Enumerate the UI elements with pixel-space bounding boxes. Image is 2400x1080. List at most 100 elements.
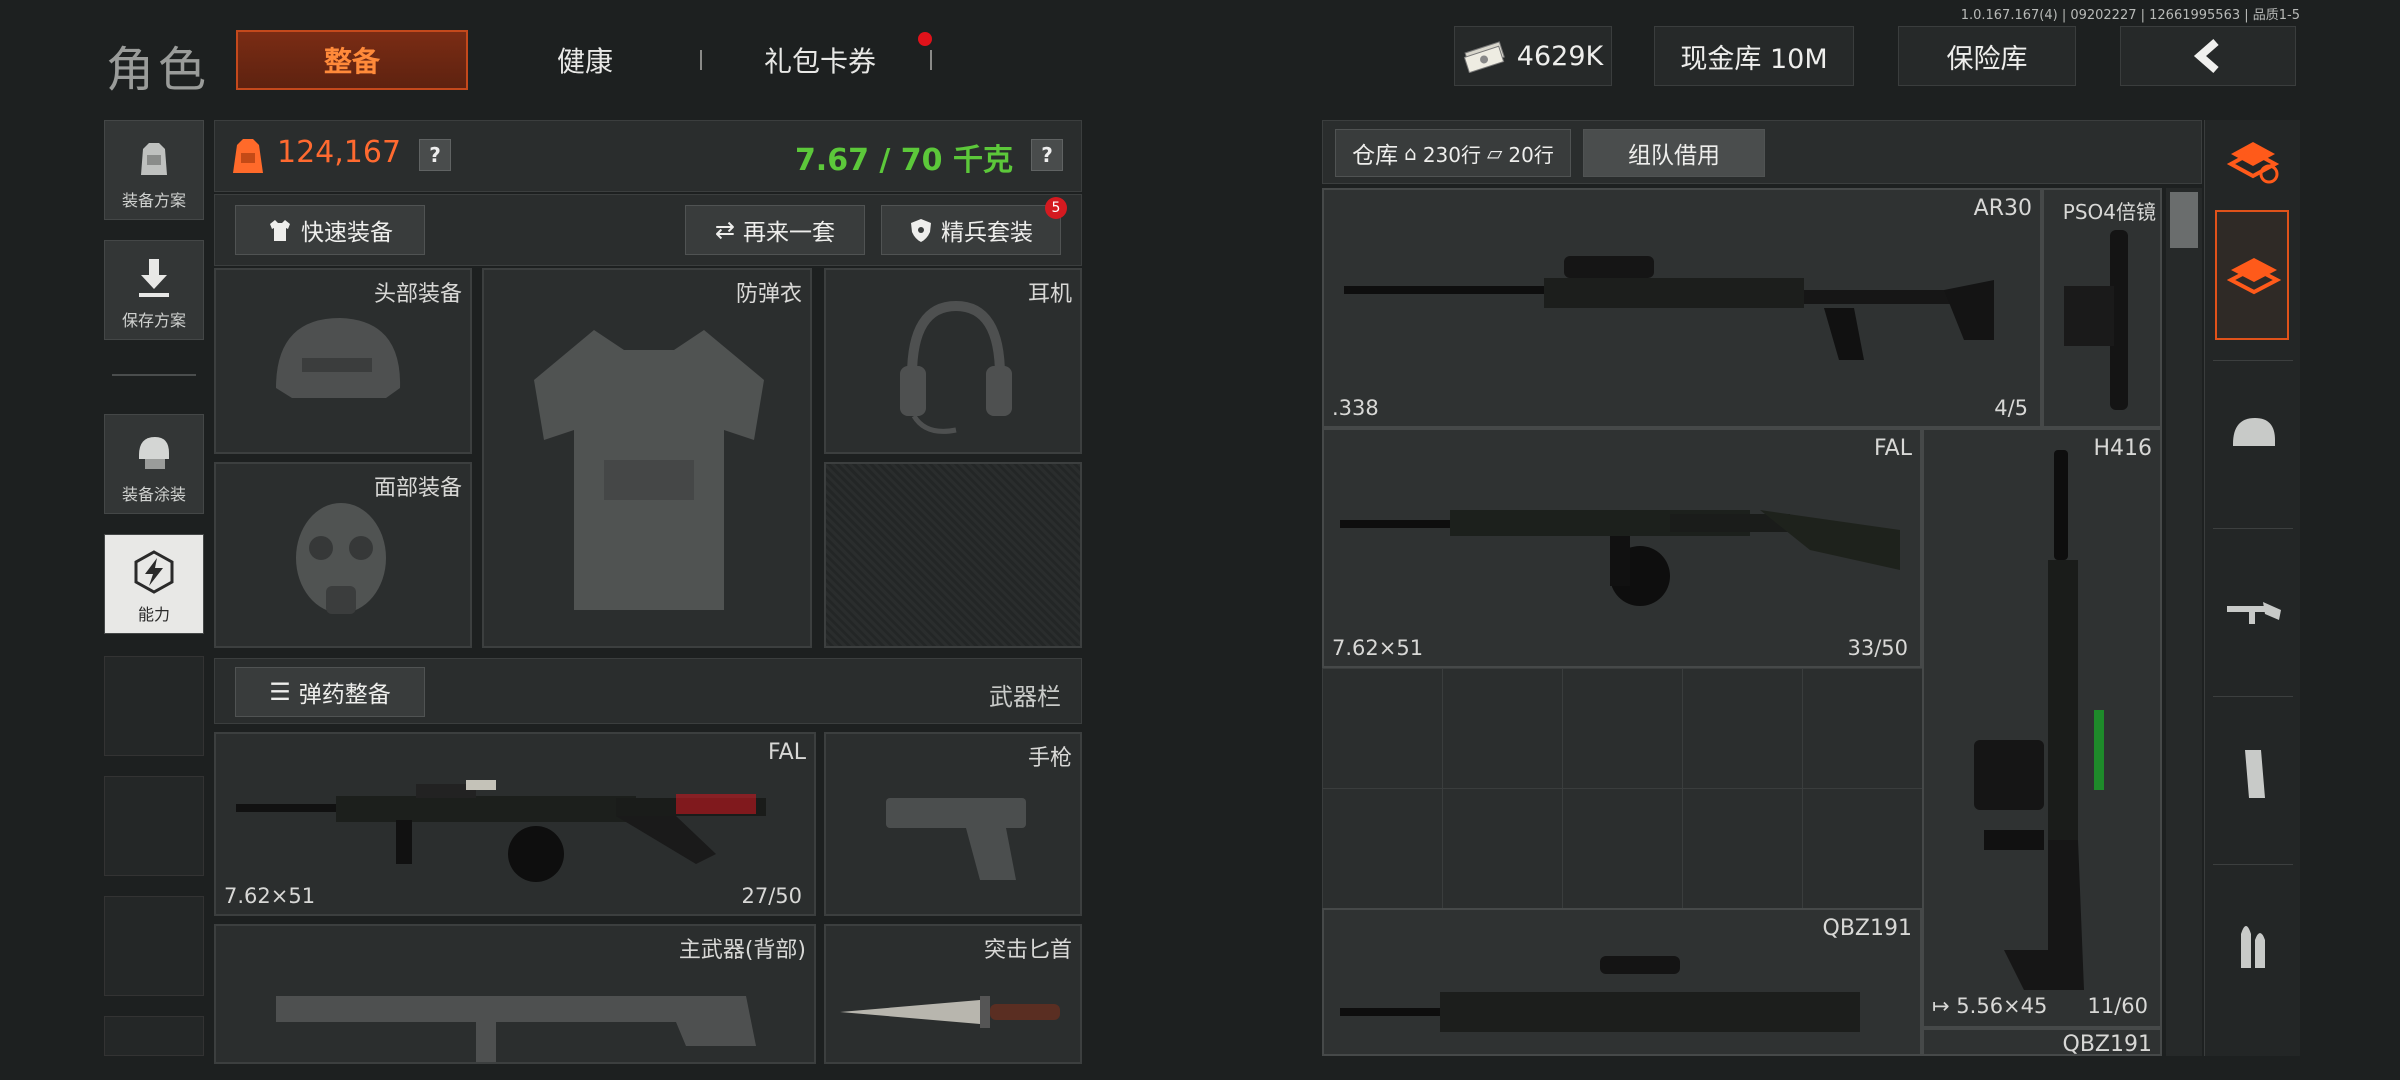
magazine-icon[interactable]: [2223, 744, 2283, 804]
currency-display[interactable]: 4629K: [1454, 26, 1612, 86]
sidebar-item-label: 装备方案: [121, 191, 186, 210]
refresh-icon: ⇄: [714, 216, 736, 244]
item-ammo: 4/5: [1994, 396, 2028, 420]
slot-label: 突击匕首: [983, 938, 1072, 963]
locked-slot: [824, 462, 1082, 648]
slot-label: 防弹衣: [735, 282, 802, 307]
item-name: PSO4倍镜: [2062, 200, 2156, 224]
tab-equip[interactable]: 整备: [236, 30, 468, 90]
category-divider: [2213, 528, 2293, 529]
value-help-button[interactable]: ?: [419, 139, 451, 171]
weapon-bar-header: ☰ 弹药整备 武器栏: [214, 658, 1082, 724]
cash-vault-button[interactable]: 现金库 10M: [1654, 26, 1854, 86]
item-caliber: ↦ 5.56×45: [1932, 994, 2047, 1018]
item-caliber: .338: [1332, 396, 1379, 420]
headset-icon: [900, 300, 1012, 434]
layers-refresh-icon[interactable]: [2223, 130, 2283, 190]
item-name: QBZ191: [2062, 1032, 2152, 1057]
quick-equip-button[interactable]: 快速装备: [235, 205, 425, 255]
storage-item[interactable]: PSO4倍镜: [2042, 188, 2162, 428]
storage-item[interactable]: QBZ191: [1322, 908, 1922, 1056]
elite-kit-badge: 5: [1045, 197, 1067, 219]
item-caliber: 7.62×51: [1332, 636, 1424, 660]
page-title: 角色: [106, 42, 211, 98]
sidebar-item-abilities[interactable]: 能力: [104, 534, 204, 634]
sidebar-empty-slot: [104, 896, 204, 996]
equip-again-label: 再来一套: [743, 220, 836, 246]
sidebar-item-save-plan[interactable]: 保存方案: [104, 240, 204, 340]
safe-button[interactable]: 保险库: [1898, 26, 2076, 86]
storage-grid[interactable]: AR30 .338 4/5 PSO4倍镜 FAL 7.62×51 33/50 H…: [1322, 188, 2162, 1057]
tab-divider: [930, 50, 932, 70]
backpack-icon: [141, 143, 167, 175]
slot-label: 主武器(背部): [678, 938, 806, 963]
category-divider: [2213, 696, 2293, 697]
download-icon: [139, 259, 169, 297]
storage-item[interactable]: AR30 .338 4/5: [1322, 188, 2042, 428]
loadout-value: 124,167: [277, 135, 402, 170]
storage-item[interactable]: FAL 7.62×51 33/50: [1322, 428, 1922, 668]
rifle-qbz191-icon: [1340, 956, 1860, 1032]
storage-scrollbar[interactable]: [2166, 188, 2202, 1056]
item-caliber-value: 5.56×45: [1956, 994, 2048, 1018]
scrollbar-thumb[interactable]: [2170, 192, 2198, 248]
tab-health[interactable]: 健康: [520, 30, 650, 90]
equip-again-button[interactable]: ⇄ 再来一套: [685, 205, 865, 255]
vest-icon: [534, 330, 764, 610]
storage-item[interactable]: QBZ191: [1922, 1028, 2162, 1057]
back-weapon-slot[interactable]: 主武器(背部): [214, 924, 816, 1064]
backpack-value-icon: [233, 139, 263, 173]
sidebar-item-label: 装备涂装: [121, 485, 186, 504]
category-divider: [2213, 864, 2293, 865]
exit-arrow-icon: ↦: [1932, 994, 1950, 1018]
pistol-icon: [886, 798, 1026, 880]
ticket-icon: ▱: [1487, 141, 1503, 165]
weapon-ammo-count: 27/50: [741, 884, 802, 908]
shield-icon: [911, 219, 931, 242]
item-name: QBZ191: [1822, 916, 1912, 941]
shirt-icon: [270, 220, 290, 241]
warehouse-tab[interactable]: 仓库 ⌂ 230行 ▱ 20行: [1335, 129, 1571, 177]
storage-item[interactable]: H416 ↦ 5.56×45 11/60: [1922, 428, 2162, 1028]
helmet-icon[interactable]: [2223, 406, 2283, 466]
secondary-rows: 20行: [1508, 142, 1554, 167]
head-equipment-slot[interactable]: 头部装备: [214, 268, 472, 454]
weight-help-button[interactable]: ?: [1031, 139, 1063, 171]
headset-slot[interactable]: 耳机: [824, 268, 1082, 454]
elite-kit-button[interactable]: 精兵套装: [881, 205, 1061, 255]
weapon-caliber: 7.62×51: [224, 884, 316, 908]
loadout-weight: 7.67 / 70 千克: [794, 143, 1013, 178]
item-ammo: 11/60: [2087, 994, 2148, 1018]
sniper-rifle-icon: [1344, 256, 1994, 360]
face-equipment-slot[interactable]: 面部装备: [214, 462, 472, 648]
team-borrow-button[interactable]: 组队借用: [1583, 129, 1765, 177]
rifle-icon[interactable]: [2223, 580, 2283, 640]
loadout-header: 124,167 ? 7.67 / 70 千克 ?: [214, 120, 1082, 192]
loadout-actions: 快速装备 ⇄ 再来一套 精兵套装 5: [214, 194, 1082, 266]
layers-icon: [2227, 258, 2281, 295]
back-button[interactable]: [2120, 26, 2296, 86]
sidebar-item-loadout-plans[interactable]: 装备方案: [104, 120, 204, 220]
sidebar-item-label: 保存方案: [121, 311, 186, 330]
tab-gift-coupons[interactable]: 礼包卡券: [740, 30, 900, 90]
rifle-fal-icon: [236, 780, 766, 882]
item-name: AR30: [1973, 196, 2032, 221]
cash-stack-icon: [1463, 41, 1505, 73]
slot-label: 耳机: [1027, 282, 1072, 307]
sidebar-divider: [112, 374, 196, 376]
knife-slot[interactable]: 突击匕首: [824, 924, 1082, 1064]
sidebar-item-equipment-skins[interactable]: 装备涂装: [104, 414, 204, 514]
category-all[interactable]: [2215, 210, 2289, 340]
item-name: FAL: [1874, 436, 1912, 461]
item-ammo: 33/50: [1847, 636, 1908, 660]
rifle-silhouette-icon: [276, 996, 756, 1062]
body-armor-slot[interactable]: 防弹衣: [482, 268, 812, 648]
primary-weapon-slot[interactable]: FAL 7.62×51 27/50: [214, 732, 816, 916]
storage-header: 仓库 ⌂ 230行 ▱ 20行 组队借用: [1322, 120, 2202, 184]
home-icon: ⌂: [1404, 141, 1417, 165]
notification-dot: [918, 32, 932, 46]
helmet-icon: [276, 318, 401, 398]
pistol-slot[interactable]: 手枪: [824, 732, 1082, 916]
ammo-prep-button[interactable]: ☰ 弹药整备: [235, 667, 425, 717]
ammo-icon[interactable]: [2223, 914, 2283, 974]
